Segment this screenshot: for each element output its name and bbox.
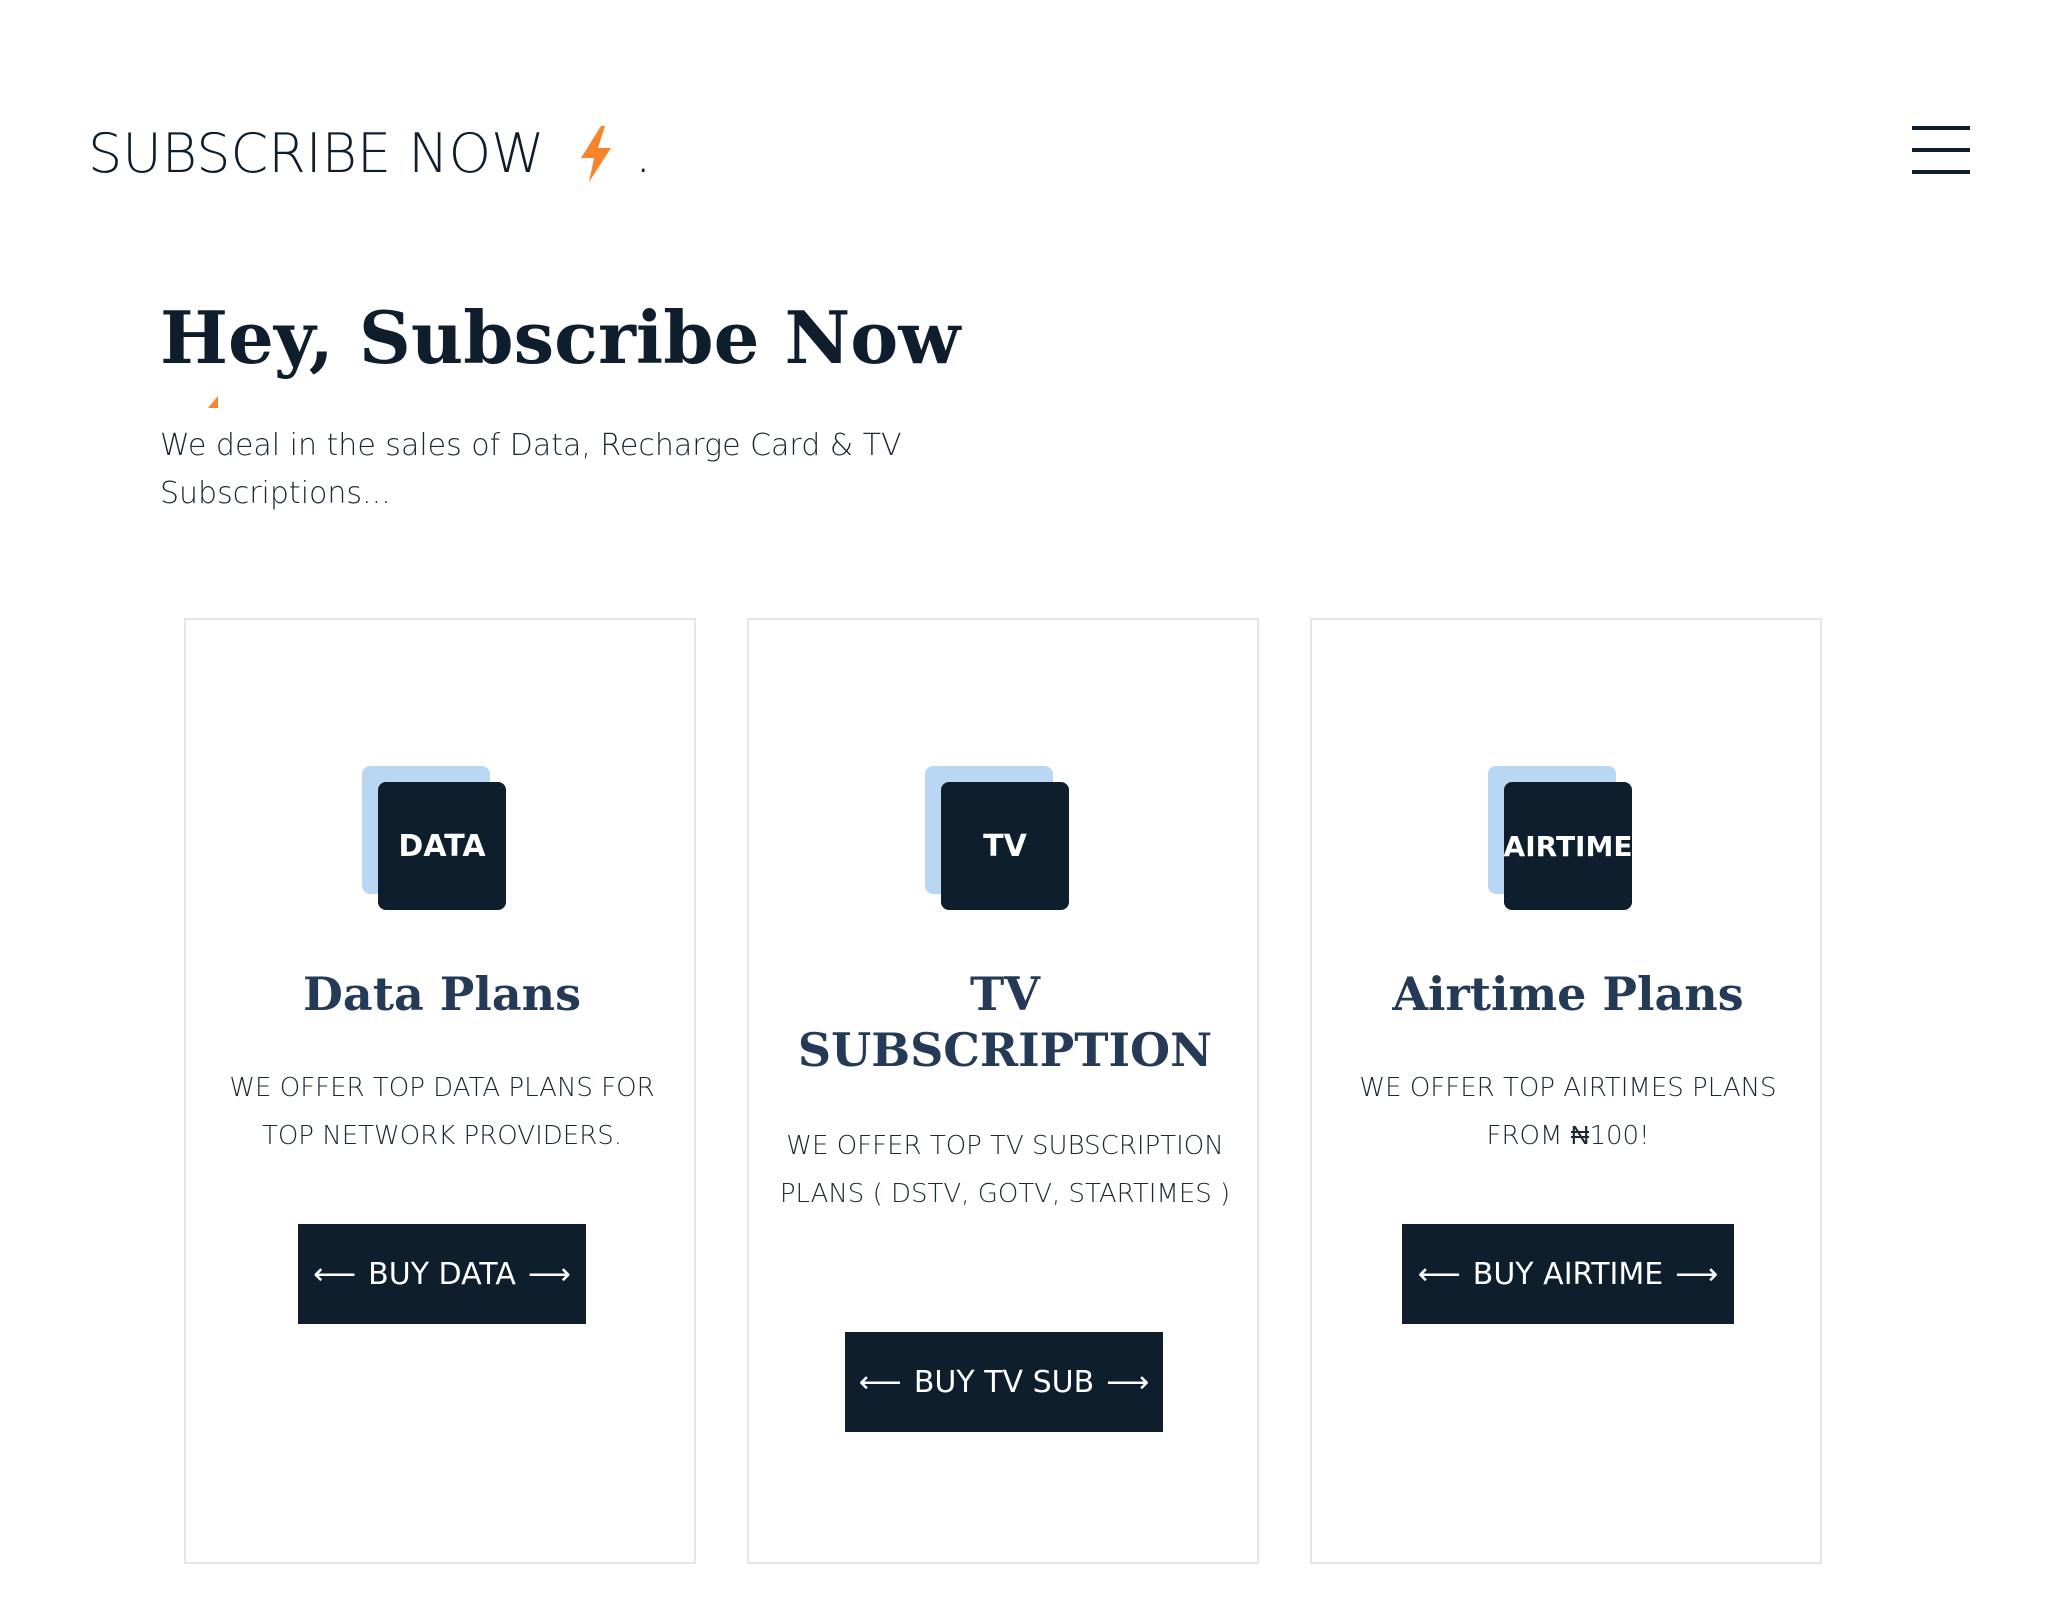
card-description: WE OFFER TOP AIRTIMES PLANS FROM ₦100! (1359, 1073, 1777, 1151)
hero-title: Hey, Subscribe Now (160, 295, 961, 380)
menu-line (1912, 170, 1970, 174)
button-label: BUY DATA (368, 1256, 516, 1292)
data-badge-icon: DATA (362, 766, 508, 912)
arrow-left-icon: ⟵ (313, 1256, 357, 1292)
logo-dot: . (634, 122, 652, 185)
title-accent-mark (208, 396, 218, 408)
site-header: SUBSCRIBE NOW . (0, 0, 2048, 230)
card-title: TV SUBSCRIPTION (797, 967, 1213, 1077)
site-logo[interactable]: SUBSCRIBE NOW . (88, 118, 652, 190)
tv-badge-icon: TV (925, 766, 1071, 912)
card-title: Data Plans (303, 967, 581, 1021)
card-data-plans: DATA Data Plans WE OFFER TOP DATA PLANS … (184, 618, 696, 1564)
arrow-left-icon: ⟵ (858, 1364, 902, 1400)
menu-line (1912, 126, 1970, 130)
arrow-right-icon: ⟶ (1675, 1256, 1719, 1292)
buy-tv-sub-button[interactable]: ⟵ BUY TV SUB ⟶ (845, 1332, 1163, 1432)
service-cards: DATA Data Plans WE OFFER TOP DATA PLANS … (184, 618, 1824, 1566)
hero-section: Hey, Subscribe Now We deal in the sales … (160, 290, 960, 518)
button-label: BUY AIRTIME (1472, 1256, 1664, 1292)
badge-front: AIRTIME (1504, 782, 1632, 910)
card-airtime-plans: AIRTIME Airtime Plans WE OFFER TOP AIRTI… (1310, 618, 1822, 1564)
lightning-bolt-icon (580, 126, 611, 182)
arrow-right-icon: ⟶ (527, 1256, 571, 1292)
card-title: Airtime Plans (1392, 967, 1744, 1021)
airtime-badge-icon: AIRTIME (1488, 766, 1634, 912)
buy-data-button[interactable]: ⟵ BUY DATA ⟶ (298, 1224, 586, 1324)
hamburger-menu-icon[interactable] (1912, 124, 1970, 176)
buy-airtime-button[interactable]: ⟵ BUY AIRTIME ⟶ (1402, 1224, 1734, 1324)
hero-subtitle: We deal in the sales of Data, Recharge C… (160, 428, 902, 511)
logo-text: SUBSCRIBE NOW (88, 122, 545, 185)
badge-front: DATA (378, 782, 506, 910)
card-description: WE OFFER TOP TV SUBSCRIPTION PLANS ( DST… (779, 1131, 1231, 1209)
button-label: BUY TV SUB (913, 1364, 1095, 1400)
card-tv-subscription: TV TV SUBSCRIPTION WE OFFER TOP TV SUBSC… (747, 618, 1259, 1564)
arrow-right-icon: ⟶ (1106, 1364, 1150, 1400)
menu-line (1912, 148, 1970, 152)
arrow-left-icon: ⟵ (1417, 1256, 1461, 1292)
card-description: WE OFFER TOP DATA PLANS FOR TOP NETWORK … (229, 1073, 655, 1151)
badge-front: TV (941, 782, 1069, 910)
